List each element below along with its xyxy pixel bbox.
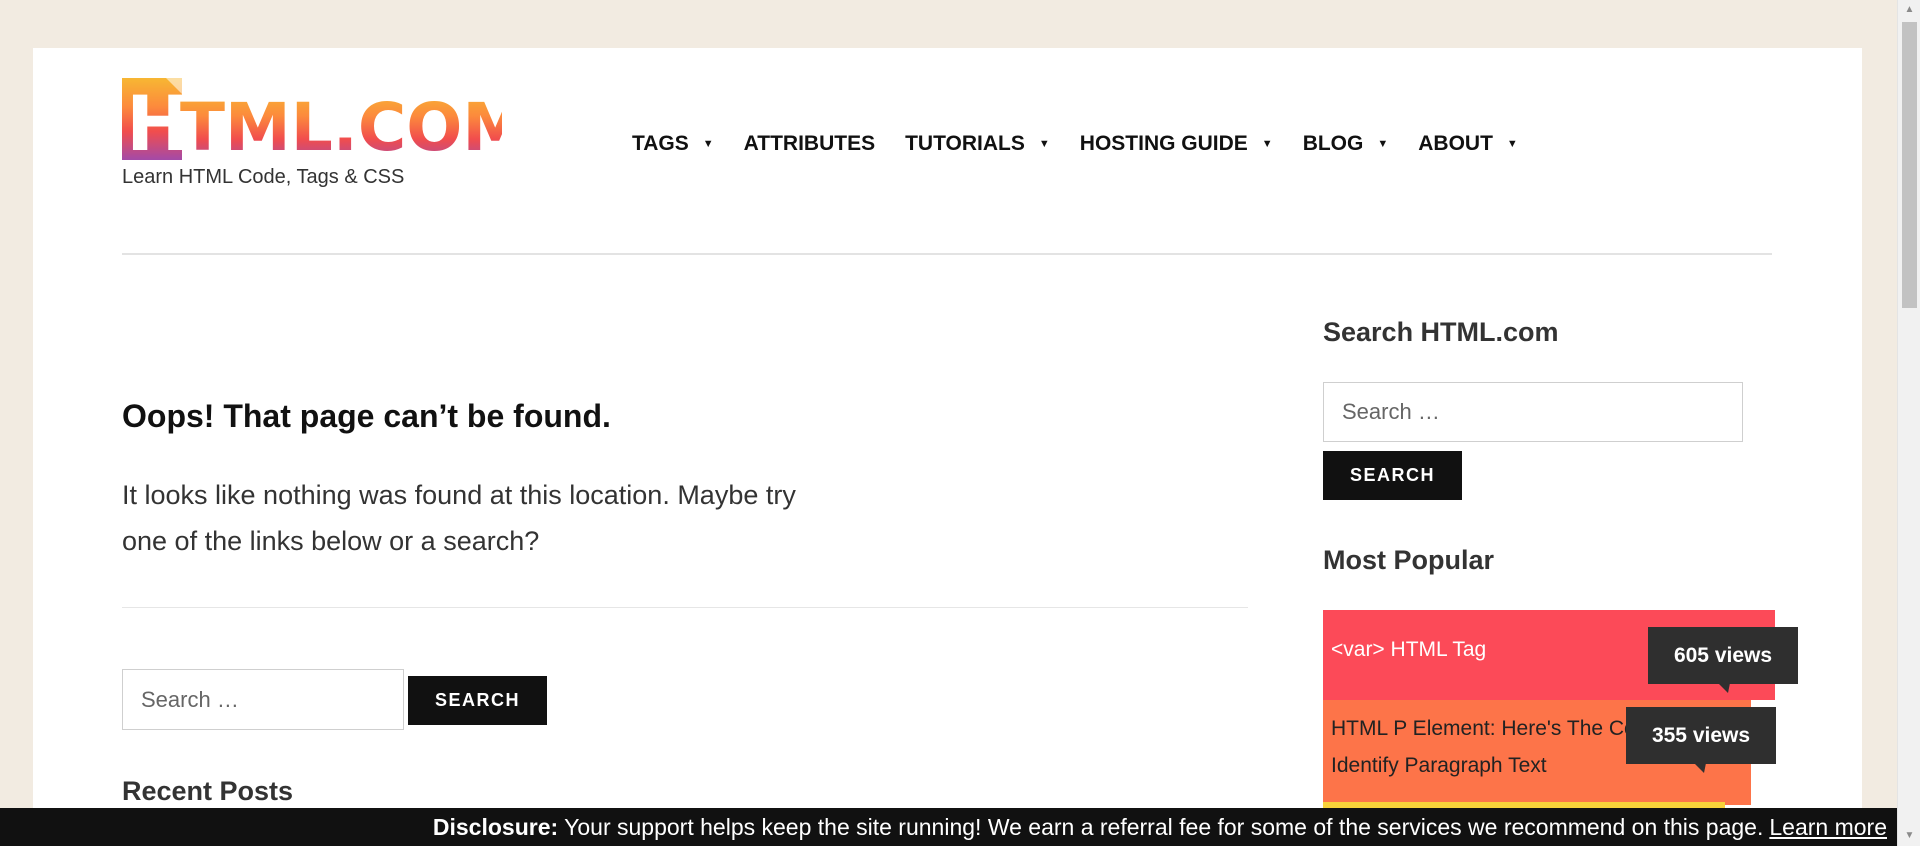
main-nav: TAGS ▼ ATTRIBUTES TUTORIALS ▼ HOSTING GU… xyxy=(632,132,1548,156)
scrollbar-thumb[interactable] xyxy=(1902,22,1917,308)
sidebar-search-heading: Search HTML.com xyxy=(1323,317,1559,347)
not-found-message: It looks like nothing was found at this … xyxy=(122,480,796,556)
nav-item-label: ABOUT xyxy=(1418,132,1493,155)
page-container: H TML.COM Learn HTML Code, Tags & CSS TA… xyxy=(33,48,1862,846)
sidebar-search-button[interactable]: SEARCH xyxy=(1323,451,1462,500)
views-count: 355 views xyxy=(1651,723,1751,747)
header-divider xyxy=(122,253,1772,255)
most-popular-heading: Most Popular xyxy=(1323,545,1495,575)
main-search-input[interactable] xyxy=(122,669,404,730)
nav-item-about[interactable]: ABOUT ▼ xyxy=(1418,132,1518,156)
scroll-up-arrow-icon[interactable]: ▲ xyxy=(1898,0,1920,20)
content-divider xyxy=(122,607,1248,608)
main-search-button[interactable]: SEARCH xyxy=(408,676,547,725)
views-badge: 355 views xyxy=(1626,707,1776,773)
views-count: 605 views xyxy=(1673,643,1773,667)
nav-item-label: BLOG xyxy=(1302,132,1364,155)
nav-item-hosting-guide[interactable]: HOSTING GUIDE ▼ xyxy=(1080,132,1273,156)
nav-item-tags[interactable]: TAGS ▼ xyxy=(632,132,714,156)
popular-post-title: <var> HTML Tag xyxy=(1331,638,1487,661)
nav-item-label: TAGS xyxy=(632,132,689,155)
nav-item-tutorials[interactable]: TUTORIALS ▼ xyxy=(905,132,1050,156)
disclosure-label: Disclosure: xyxy=(432,813,559,840)
disclosure-text: Your support helps keep the site running… xyxy=(564,813,1764,840)
nav-item-label: ATTRIBUTES xyxy=(743,132,876,155)
views-badge: 605 views xyxy=(1648,627,1798,693)
scroll-down-arrow-icon[interactable]: ▼ xyxy=(1898,826,1920,846)
caret-down-icon: ▼ xyxy=(1506,138,1518,150)
caret-down-icon: ▼ xyxy=(1261,138,1273,150)
sidebar-search-input[interactable] xyxy=(1323,382,1743,442)
disclosure-bar: Disclosure: Your support helps keep the … xyxy=(0,808,1897,846)
caret-down-icon: ▼ xyxy=(1377,138,1389,150)
vertical-scrollbar[interactable]: ▲ ▼ xyxy=(1897,0,1920,846)
nav-item-label: TUTORIALS xyxy=(905,132,1025,155)
site-tagline: Learn HTML Code, Tags & CSS xyxy=(122,166,405,188)
nav-item-attributes[interactable]: ATTRIBUTES xyxy=(744,132,875,156)
nav-item-label: HOSTING GUIDE xyxy=(1079,132,1248,155)
learn-more-link[interactable]: Learn more xyxy=(1769,814,1887,841)
nav-item-blog[interactable]: BLOG ▼ xyxy=(1303,132,1389,156)
page-title: Oops! That page can’t be found. xyxy=(122,398,611,434)
recent-posts-heading: Recent Posts xyxy=(122,776,294,806)
logo-text: TML.COM xyxy=(180,89,502,160)
caret-down-icon: ▼ xyxy=(1038,138,1050,150)
caret-down-icon: ▼ xyxy=(702,138,714,150)
site-logo[interactable]: H TML.COM xyxy=(122,78,502,160)
